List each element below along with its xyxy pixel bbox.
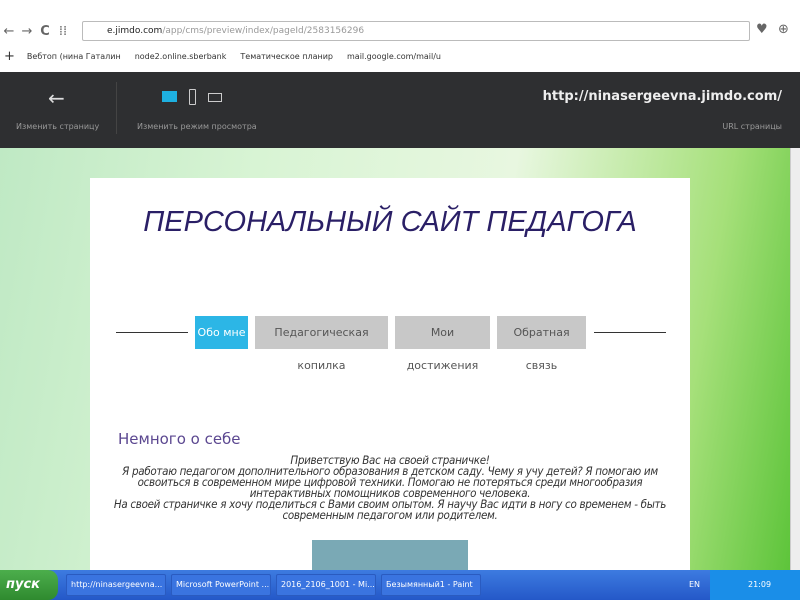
nav-pedagogical[interactable]: Педагогическая копилка <box>255 316 388 372</box>
forward-icon[interactable]: → <box>18 24 36 39</box>
address-bar[interactable]: e.jimdo.com/app/cms/preview/index/pageId… <box>82 21 750 41</box>
download-icon[interactable]: ⊕ <box>778 22 789 37</box>
site-url[interactable]: http://ninasergeevna.jimdo.com/ <box>543 89 782 104</box>
taskbar-item[interactable]: Безымянный1 - Paint <box>381 574 481 596</box>
url-path: /app/cms/preview/index/pageId/2583156296 <box>162 26 365 36</box>
desktop-icon[interactable] <box>162 91 177 102</box>
site-title: ПЕРСОНАЛЬНЫЙ САЙТ ПЕДАГОГА <box>143 206 637 238</box>
nav-line-right <box>594 332 666 333</box>
taskbar-item[interactable]: Microsoft PowerPoint ... <box>171 574 271 596</box>
jimdo-preview-bar: ← Изменить страницу Изменить режим просм… <box>0 72 800 148</box>
url-label: URL страницы <box>722 122 782 131</box>
bookmark[interactable]: mail.google.com/mail/u <box>347 52 441 61</box>
bookmarks-bar: + Вебтоп (нина Гаталин node2.online.sber… <box>0 46 800 66</box>
view-mode-label: Изменить режим просмотра <box>137 122 257 131</box>
add-bookmark-icon[interactable]: + <box>4 49 15 64</box>
taskbar-item[interactable]: http://ninasergeevna... <box>66 574 166 596</box>
paragraph: На своей страничке я хочу поделиться с В… <box>113 497 667 522</box>
start-button[interactable]: пуск <box>0 570 58 600</box>
paragraph: Я работаю педагогом дополнительного обра… <box>122 464 658 500</box>
intro-text: Приветствую Вас на своей страничке! Я ра… <box>110 454 670 522</box>
content-card: ПЕРСОНАЛЬНЫЙ САЙТ ПЕДАГОГА Обо мне Педаг… <box>90 178 690 570</box>
edit-page-label[interactable]: Изменить страницу <box>16 122 99 131</box>
section-heading: Немного о себе <box>118 430 241 448</box>
back-arrow-icon[interactable]: ← <box>48 86 65 110</box>
apps-icon[interactable]: ⁞⁞ <box>54 24 72 39</box>
tablet-icon[interactable] <box>208 93 222 102</box>
content-image <box>312 540 468 570</box>
bookmark[interactable]: Тематическое планир <box>240 52 333 61</box>
heart-icon[interactable]: ♥ <box>756 22 768 37</box>
nav-achievements[interactable]: Мои достижения <box>395 316 490 372</box>
reload-icon[interactable]: C <box>36 24 54 39</box>
system-tray: 21:09 <box>710 570 800 600</box>
taskbar: пуск http://ninasergeevna... Microsoft P… <box>0 570 800 600</box>
nav-line-left <box>116 332 188 333</box>
mobile-icon[interactable] <box>189 89 196 105</box>
taskbar-item[interactable]: 2016_2106_1001 - Mi... <box>276 574 376 596</box>
url-domain: e.jimdo.com <box>107 26 163 36</box>
divider <box>116 82 117 134</box>
language-indicator[interactable]: EN <box>689 580 700 589</box>
bookmark[interactable]: node2.online.sberbank <box>135 52 227 61</box>
scrollbar[interactable] <box>790 148 800 570</box>
nav-about[interactable]: Обо мне <box>195 316 248 349</box>
nav-feedback[interactable]: Обратная связь <box>497 316 586 372</box>
bookmark[interactable]: Вебтоп (нина Гаталин <box>27 52 121 61</box>
clock[interactable]: 21:09 <box>748 580 771 589</box>
back-icon[interactable]: ← <box>0 24 18 39</box>
browser-toolbar: ← → C ⁞⁞ e.jimdo.com/app/cms/preview/ind… <box>0 18 800 44</box>
